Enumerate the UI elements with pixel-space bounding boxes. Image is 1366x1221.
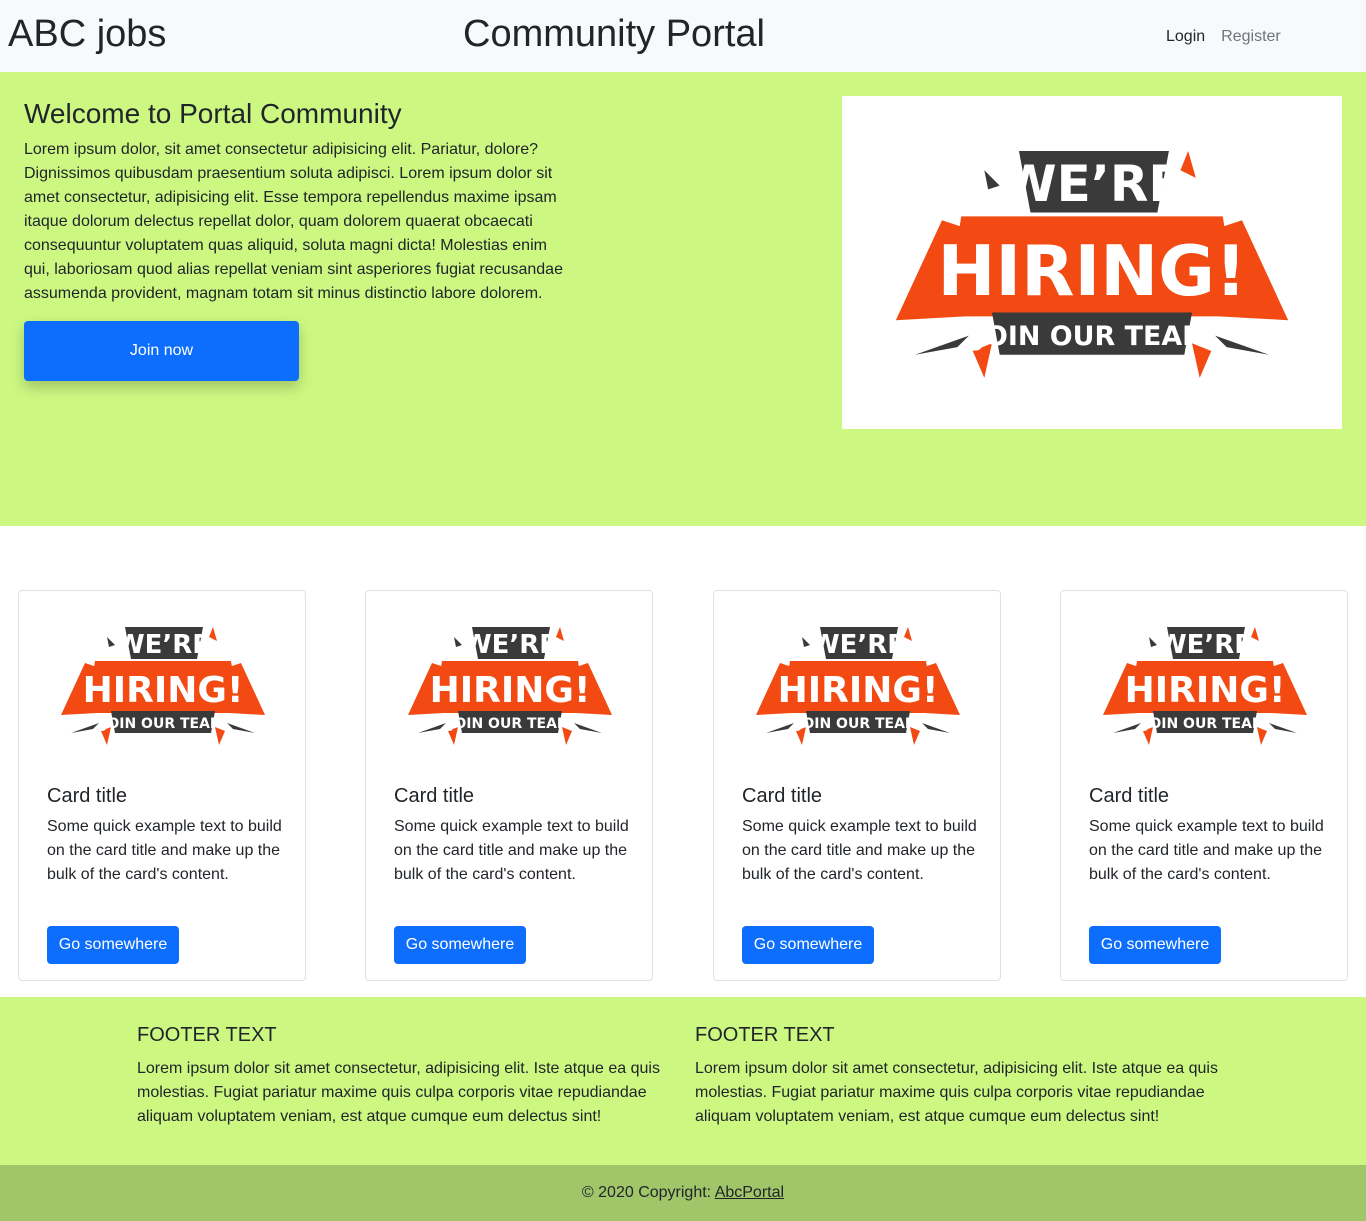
card-image: WE’RE HIRING! JOIN OUR TEAM xyxy=(380,605,640,765)
go-somewhere-button[interactable]: Go somewhere xyxy=(394,926,526,964)
logo-text-line2: HIRING! xyxy=(1125,670,1286,711)
logo-text-line3: JOIN OUR TEAM xyxy=(101,716,224,732)
page-title: Community Portal xyxy=(463,13,765,55)
card-image: WE’RE HIRING! JOIN OUR TEAM xyxy=(1075,605,1335,765)
footer: FOOTER TEXT Lorem ipsum dolor sit amet c… xyxy=(0,997,1366,1165)
arrow-mark xyxy=(454,637,462,647)
logo-text-line3: JOIN OUR TEAM xyxy=(448,716,571,732)
brand-logo[interactable]: ABC jobs xyxy=(8,10,166,58)
hiring-logo: WE’RE HIRING! JOIN OUR TEAM xyxy=(756,627,960,745)
card-text: Some quick example text to build on the … xyxy=(1089,818,1324,883)
hiring-logo: WE’RE HIRING! JOIN OUR TEAM xyxy=(1103,627,1307,745)
card-title: Card title xyxy=(742,785,823,807)
arrow-mark xyxy=(984,170,1000,190)
arrow-mark xyxy=(107,637,115,647)
logo-text-line2: HIRING! xyxy=(937,232,1246,312)
join-now-button[interactable]: Join now xyxy=(24,321,299,381)
arrow-mark xyxy=(1251,627,1259,641)
arrow-mark xyxy=(227,723,255,733)
arrow-mark xyxy=(574,723,602,733)
logo-text-line3: JOIN OUR TEAM xyxy=(973,321,1209,352)
arrow-mark xyxy=(1180,150,1196,178)
logo-text-line2: HIRING! xyxy=(430,670,591,711)
arrow-mark xyxy=(802,637,810,647)
arrow-mark xyxy=(904,627,912,641)
logo-text-line1: WE’RE xyxy=(463,630,557,660)
hiring-logo: WE’RE HIRING! JOIN OUR TEAM xyxy=(895,150,1289,378)
footer-title: FOOTER TEXT xyxy=(695,1024,835,1046)
hero-title: Welcome to Portal Community xyxy=(24,98,402,129)
job-card: WE’RE HIRING! JOIN OUR TEAM Card title Som… xyxy=(713,590,1001,981)
card-image: WE’RE HIRING! JOIN OUR TEAM xyxy=(33,605,293,765)
login-link[interactable]: Login xyxy=(1166,26,1205,48)
job-card: WE’RE HIRING! JOIN OUR TEAM Card title Som… xyxy=(18,590,306,981)
copyright-bar: © 2020 Copyright: AbcPortal xyxy=(0,1165,1366,1221)
arrow-mark xyxy=(71,723,99,733)
card-title: Card title xyxy=(394,785,475,807)
hiring-banner-image: WE’RE HIRING! JOIN OUR TEAM xyxy=(842,96,1342,429)
logo-text-line1: WE’RE xyxy=(116,630,210,660)
arrow-mark xyxy=(556,627,564,641)
nav-links: Login Register xyxy=(1166,26,1281,48)
arrow-mark xyxy=(915,335,969,355)
footer-text: Lorem ipsum dolor sit amet consectetur, … xyxy=(137,1060,660,1125)
arrow-mark xyxy=(766,723,794,733)
arrow-mark xyxy=(1113,723,1141,733)
arrow-mark xyxy=(418,723,446,733)
go-somewhere-button[interactable]: Go somewhere xyxy=(47,926,179,964)
logo-text-line2: HIRING! xyxy=(83,670,244,711)
footer-column: FOOTER TEXT Lorem ipsum dolor sit amet c… xyxy=(137,1021,667,1129)
card-text: Some quick example text to build on the … xyxy=(394,818,629,883)
logo-text-line3: JOIN OUR TEAM xyxy=(796,716,919,732)
card-text: Some quick example text to build on the … xyxy=(47,818,282,883)
job-card: WE’RE HIRING! JOIN OUR TEAM Card title Som… xyxy=(1060,590,1348,981)
card-text: Some quick example text to build on the … xyxy=(742,818,977,883)
footer-title: FOOTER TEXT xyxy=(137,1024,277,1046)
logo-text-line1: WE’RE xyxy=(1158,630,1252,660)
hiring-logo: WE’RE HIRING! JOIN OUR TEAM xyxy=(61,627,265,745)
hero-section: Welcome to Portal Community Lorem ipsum … xyxy=(0,72,1366,526)
footer-column: FOOTER TEXT Lorem ipsum dolor sit amet c… xyxy=(695,1021,1225,1129)
footer-text: Lorem ipsum dolor sit amet consectetur, … xyxy=(695,1060,1218,1125)
logo-text-line2: HIRING! xyxy=(778,670,939,711)
card-title: Card title xyxy=(47,785,128,807)
arrow-mark xyxy=(922,723,950,733)
hiring-logo: WE’RE HIRING! JOIN OUR TEAM xyxy=(408,627,612,745)
job-card: WE’RE HIRING! JOIN OUR TEAM Card title Som… xyxy=(365,590,653,981)
arrow-mark xyxy=(1215,335,1269,355)
go-somewhere-button[interactable]: Go somewhere xyxy=(742,926,874,964)
logo-text-line1: WE’RE xyxy=(1002,155,1183,213)
copyright-text: © 2020 Copyright: xyxy=(581,1184,715,1201)
card-image: WE’RE HIRING! JOIN OUR TEAM xyxy=(728,605,988,765)
go-somewhere-button[interactable]: Go somewhere xyxy=(1089,926,1221,964)
navbar: ABC jobs Community Portal Login Register xyxy=(0,0,1366,72)
arrow-mark xyxy=(209,627,217,641)
card-title: Card title xyxy=(1089,785,1170,807)
abcportal-link[interactable]: AbcPortal xyxy=(715,1184,784,1201)
arrow-mark xyxy=(1269,723,1297,733)
arrow-mark xyxy=(1149,637,1157,647)
logo-text-line3: JOIN OUR TEAM xyxy=(1143,716,1266,732)
logo-text-line1: WE’RE xyxy=(811,630,905,660)
hero-text: Lorem ipsum dolor, sit amet consectetur … xyxy=(24,141,563,302)
register-link[interactable]: Register xyxy=(1221,26,1281,48)
cards-section: WE’RE HIRING! JOIN OUR TEAM Card title Som… xyxy=(0,526,1366,997)
